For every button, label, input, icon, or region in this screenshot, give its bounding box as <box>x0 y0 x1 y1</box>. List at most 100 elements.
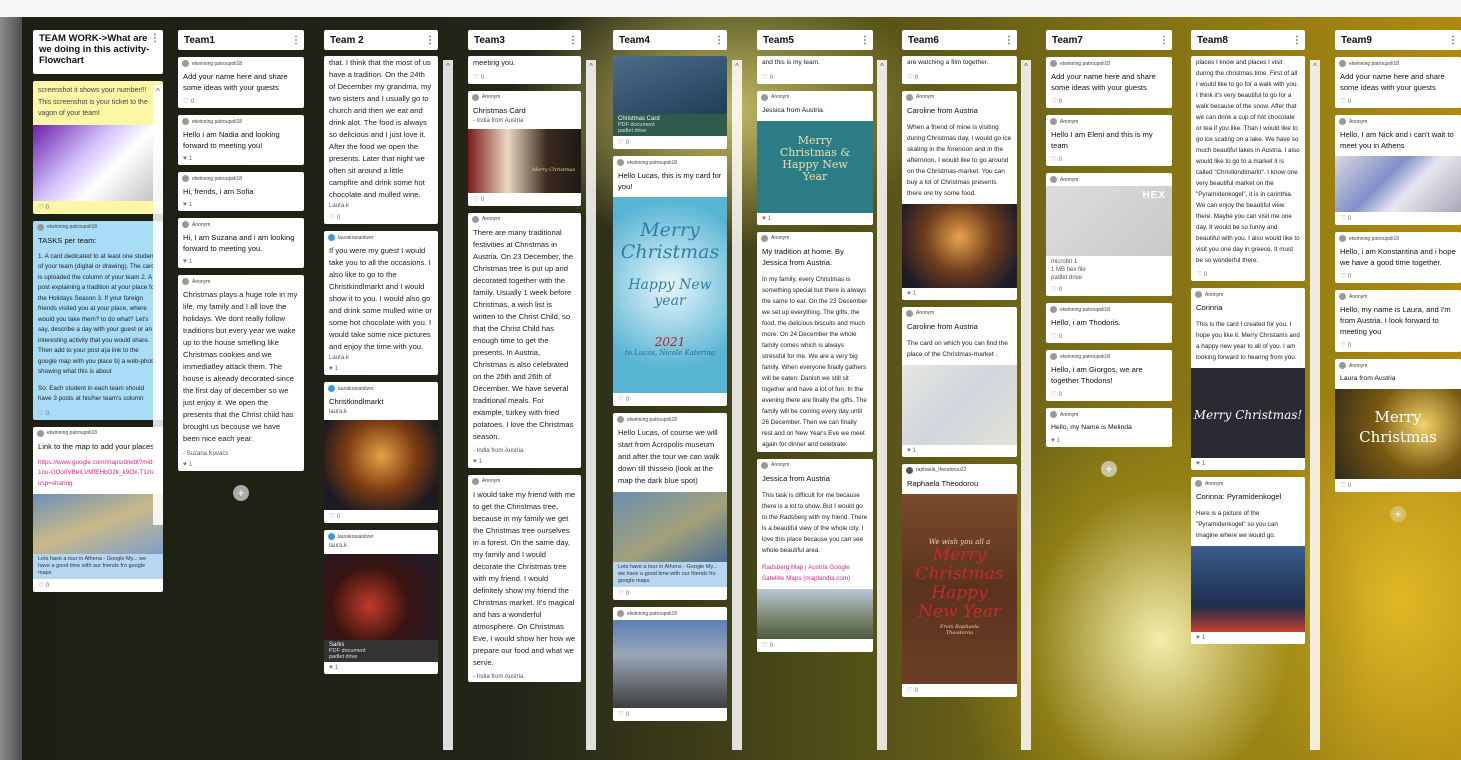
more-vertical-icon[interactable]: ⋮ <box>568 35 578 46</box>
like-count[interactable]: ♡ 0 <box>757 639 873 652</box>
post-card[interactable]: etwinning patroupoli18 Hello, i am Giorg… <box>1046 350 1172 401</box>
like-count[interactable]: ♡ 0 <box>1046 330 1172 343</box>
post-card[interactable]: Anonym Hello, my name is Laura, and I'm … <box>1335 290 1461 352</box>
column-header[interactable]: Team9 ⋮ <box>1335 30 1461 50</box>
market-photo[interactable] <box>902 203 1017 288</box>
like-count[interactable]: ♡ 0 <box>1046 388 1172 401</box>
post-card[interactable]: etwinning patroupoli18 Link to the map t… <box>33 426 163 592</box>
post-card[interactable]: Anonym Corinna This is the card I create… <box>1191 288 1305 470</box>
post-card[interactable]: Christmas Card PDF document padlet drive… <box>613 56 727 149</box>
column-header[interactable]: Team3 ⋮ <box>468 30 581 50</box>
post-card[interactable]: Anonym I would take my friend with me to… <box>468 474 581 682</box>
like-count[interactable]: ♡ 0 <box>1335 479 1461 492</box>
like-count[interactable]: ♥ 1 <box>1191 632 1305 644</box>
like-count[interactable]: ♡ 0 <box>33 579 163 592</box>
more-vertical-icon[interactable]: ⋮ <box>860 35 870 46</box>
scrollbar[interactable]: ^ <box>586 60 596 750</box>
like-count[interactable]: ♡ 0 <box>1335 339 1461 352</box>
scrollbar[interactable]: ^ <box>153 85 163 525</box>
screenshot-thumbnail[interactable] <box>1335 156 1461 212</box>
file-attachment[interactable]: Christmas Card PDF document padlet drive <box>613 114 727 136</box>
column-header[interactable]: Team1 ⋮ <box>178 30 304 50</box>
like-count[interactable]: ♡ 0 <box>1335 212 1461 225</box>
scrollbar[interactable]: ^ <box>877 60 887 750</box>
christmas-card-image[interactable]: Merry Christmas! <box>1191 368 1305 458</box>
post-card[interactable]: Anonym Caroline from Austria When a frie… <box>902 90 1017 300</box>
like-count[interactable]: ♥ 1 <box>178 199 304 211</box>
card-preview-image[interactable] <box>613 56 727 114</box>
post-card[interactable]: laurakrasanitzer Christkindlmarkt laura.… <box>324 382 438 523</box>
post-card[interactable]: are watching a film together. ♡ 0 <box>902 56 1017 84</box>
chevron-up-icon[interactable]: ^ <box>877 62 887 71</box>
post-card[interactable]: Anonym Hello, I am Nick and i can't wait… <box>1335 115 1461 225</box>
scrollbar[interactable]: ^ <box>443 60 453 750</box>
like-count[interactable]: ♥ 1 <box>178 153 304 165</box>
post-card[interactable]: etwinning patroupoli18 Hello, i am Thodo… <box>1046 303 1172 343</box>
column-header[interactable]: Team7 ⋮ <box>1046 30 1172 50</box>
christmas-card-image[interactable]: Merry Christmas & Happy New Year <box>757 120 873 213</box>
christmas-card-image[interactable]: Merry Christmas Happy New year 2021 to L… <box>613 197 727 393</box>
post-card[interactable]: Anonym Corinna: Pyramidenkogel Here is a… <box>1191 477 1305 644</box>
like-count[interactable]: ♡ 0 <box>1046 283 1172 296</box>
post-card[interactable]: Anonym Jessica from Austria. Merry Chris… <box>757 90 873 225</box>
plus-icon[interactable]: + <box>233 485 249 501</box>
column-header[interactable]: Team8 ⋮ <box>1191 30 1305 50</box>
christmas-card-image[interactable]: Merry Christmas <box>1335 389 1461 479</box>
plus-icon[interactable]: + <box>1390 506 1406 522</box>
chevron-up-icon[interactable]: ^ <box>443 62 453 71</box>
chevron-up-icon[interactable]: ^ <box>1310 62 1320 71</box>
file-attachment[interactable]: Sarks PDF document padlet drive <box>324 640 438 662</box>
like-count[interactable]: ♡ 0 <box>613 136 727 149</box>
post-card[interactable]: Anonym Jessica from Austria This task is… <box>757 458 873 652</box>
column-header[interactable]: Team5 ⋮ <box>757 30 873 50</box>
post-card[interactable]: etwinning patroupoli18 Hello i am Nadia … <box>178 115 304 165</box>
like-count[interactable]: ♥ 1 <box>178 459 304 471</box>
like-count[interactable]: ♡ 0 <box>902 71 1017 84</box>
post-card[interactable]: laurakrasanitzer If you were my guest I … <box>324 231 438 375</box>
like-count[interactable]: ♡ 0 <box>1046 95 1172 108</box>
screenshot-thumbnail[interactable] <box>33 124 163 201</box>
post-link[interactable]: Radsberg Map | Austria Google Satellite … <box>757 558 873 586</box>
post-card[interactable]: etwinning patroupoli18 TASKS per team: 1… <box>33 220 163 420</box>
more-vertical-icon[interactable]: ⋮ <box>1448 35 1458 46</box>
scrollbar[interactable]: ^ <box>1021 60 1031 750</box>
column-header[interactable]: Team 2 ⋮ <box>324 30 438 50</box>
post-card[interactable]: etwinning patroupoli18 Add your name her… <box>1335 57 1461 108</box>
like-count[interactable]: ♡ 0 <box>1046 153 1172 166</box>
like-count[interactable]: ♡ 0 <box>468 71 581 84</box>
post-card[interactable]: Anonym Hi, I am Suzana and i am looking … <box>178 218 304 268</box>
market-photo[interactable] <box>324 420 438 510</box>
post-card[interactable]: screenshot it shows your number!!! This … <box>33 81 163 214</box>
more-vertical-icon[interactable]: ⋮ <box>1004 35 1014 46</box>
post-card[interactable]: etwinning patroupoli18 Hello Lucas, of c… <box>613 413 727 600</box>
like-count[interactable]: ♡ 0 <box>613 587 727 600</box>
post-card[interactable]: meeting you. ♡ 0 <box>468 56 581 84</box>
post-card[interactable]: Anonym HEX microbit 1 1 MB hex file padl… <box>1046 173 1172 296</box>
like-count[interactable]: ♡ 0 <box>1191 268 1305 281</box>
post-card[interactable]: Anonym There are many traditional festiv… <box>468 212 581 468</box>
landscape-photo[interactable] <box>757 588 873 639</box>
christmas-card-image[interactable]: Merry Christmas <box>468 128 581 193</box>
more-vertical-icon[interactable]: ⋮ <box>150 33 160 44</box>
like-count[interactable]: ♥ 1 <box>757 213 873 225</box>
column-header[interactable]: Team6 ⋮ <box>902 30 1017 50</box>
post-card[interactable]: etwinning patroupoli18 Hello Lucas, this… <box>613 156 727 406</box>
more-vertical-icon[interactable]: ⋮ <box>425 35 435 46</box>
like-count[interactable]: ♡ 0 <box>613 393 727 406</box>
column-header[interactable]: Team4 ⋮ <box>613 30 727 50</box>
chevron-up-icon[interactable]: ^ <box>732 62 742 71</box>
more-vertical-icon[interactable]: ⋮ <box>714 35 724 46</box>
post-card[interactable]: Anonym My tradition at home. By Jessica … <box>757 231 873 452</box>
tower-photo[interactable] <box>1191 546 1305 632</box>
chevron-up-icon[interactable]: ^ <box>586 62 596 71</box>
museum-photo[interactable] <box>613 620 727 708</box>
like-count[interactable]: ♡ 0 <box>178 95 304 108</box>
plus-icon[interactable]: + <box>1101 461 1117 477</box>
like-count[interactable]: ♡ 0 <box>33 407 163 420</box>
post-card[interactable]: etwinning patroupoli18 Hi, frends, i am … <box>178 172 304 211</box>
map-thumbnail[interactable] <box>33 494 163 554</box>
file-preview[interactable]: HEX <box>1046 186 1172 256</box>
like-count[interactable]: ♡ 0 <box>757 71 873 84</box>
post-card[interactable]: Anonym Hello I am Eleni and this is my t… <box>1046 115 1172 166</box>
like-count[interactable]: ♡ 0 <box>468 193 581 206</box>
